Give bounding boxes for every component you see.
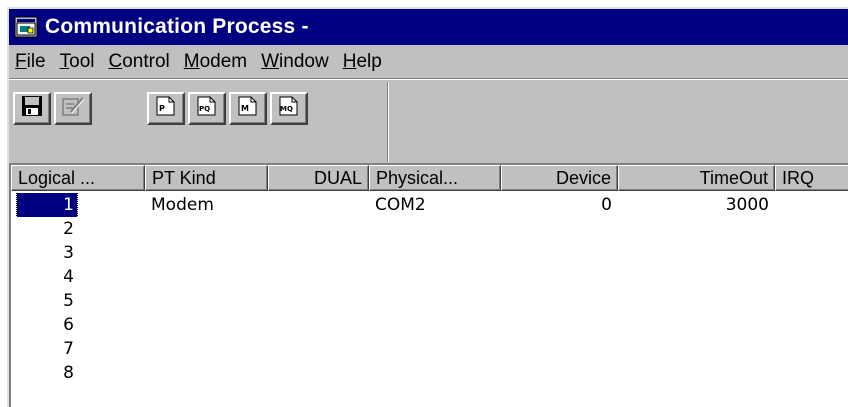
menu-bar: File Tool Control Modem Window Help [9, 47, 848, 77]
toolbar: P PQ M MQ [9, 78, 848, 164]
table-row[interactable]: 8 [11, 361, 848, 385]
svg-text:P: P [159, 104, 165, 113]
cell-logical: 1 [11, 193, 145, 217]
cell-logical: 4 [11, 265, 145, 289]
column-header-timeout[interactable]: TimeOut [618, 165, 775, 191]
logical-value: 7 [63, 339, 74, 359]
window-title: Communication Process - [45, 15, 309, 38]
menu-window[interactable]: Window [254, 51, 336, 73]
list-header: Logical ... PT Kind DUAL Physical... Dev… [11, 165, 848, 191]
cell-logical: 5 [11, 289, 145, 313]
page-mq-button[interactable]: MQ [270, 92, 308, 125]
svg-text:M: M [241, 104, 249, 113]
app-window-icon[interactable] [13, 15, 39, 39]
cell-logical: 6 [11, 313, 145, 337]
cell-logical: 3 [11, 241, 145, 265]
column-header-irq[interactable]: IRQ [775, 165, 848, 191]
cell-timeout: 3000 [725, 195, 769, 215]
edit-icon [61, 95, 85, 122]
menu-tool[interactable]: Tool [53, 51, 102, 73]
column-header-pt-kind[interactable]: PT Kind [145, 165, 268, 191]
cell-physical: COM2 [375, 195, 426, 215]
cell-logical: 8 [11, 361, 145, 385]
selected-logical-value: 1 [16, 193, 78, 217]
cell-dual [268, 193, 369, 217]
column-header-logical[interactable]: Logical ... [11, 165, 145, 191]
list-rows: 1 Modem COM2 0 3000 2 3 4 5 6 7 8 [11, 193, 848, 385]
table-row[interactable]: 2 [11, 217, 848, 241]
page-p-icon: P [154, 95, 178, 122]
menu-tool-mnemonic: T [59, 51, 70, 72]
menu-window-label: indow [279, 51, 329, 72]
page-m-button[interactable]: M [229, 92, 267, 125]
cell-pt-kind: Modem [151, 195, 214, 215]
menu-window-mnemonic: W [261, 51, 280, 72]
edit-button[interactable] [54, 92, 92, 125]
menu-file[interactable]: File [9, 51, 53, 73]
column-header-dual[interactable]: DUAL [268, 165, 369, 191]
logical-value: 8 [63, 363, 74, 383]
menu-modem-label: odem [199, 51, 248, 72]
logical-value: 4 [63, 267, 74, 287]
cell-logical: 7 [11, 337, 145, 361]
column-header-physical[interactable]: Physical... [369, 165, 501, 191]
menu-help-mnemonic: H [342, 51, 357, 72]
table-row[interactable]: 6 [11, 313, 848, 337]
menu-help[interactable]: Help [336, 51, 389, 73]
logical-value: 6 [63, 315, 74, 335]
table-row[interactable]: 1 Modem COM2 0 3000 [11, 193, 848, 217]
app-window: Communication Process - File Tool Contro… [7, 7, 848, 407]
menu-control[interactable]: Control [101, 51, 176, 73]
table-row[interactable]: 3 [11, 241, 848, 265]
toolbar-separator [387, 82, 389, 162]
cell-irq [775, 193, 835, 217]
page-mq-icon: MQ [277, 95, 301, 122]
toolbar-group-pages: P PQ M MQ [147, 92, 311, 125]
svg-text:MQ: MQ [280, 105, 293, 113]
menu-file-label: ile [26, 51, 46, 72]
table-row[interactable]: 7 [11, 337, 848, 361]
logical-value: 5 [63, 291, 74, 311]
menu-file-mnemonic: F [15, 51, 27, 72]
svg-text:PQ: PQ [199, 105, 210, 113]
menu-tool-label: ool [69, 51, 95, 72]
menu-modem[interactable]: Modem [177, 51, 254, 73]
menu-control-mnemonic: C [108, 51, 123, 72]
cell-device: 0 [601, 195, 612, 215]
table-row[interactable]: 5 [11, 289, 848, 313]
logical-value: 3 [63, 243, 74, 263]
page-p-button[interactable]: P [147, 92, 185, 125]
ports-list-view[interactable]: Logical ... PT Kind DUAL Physical... Dev… [9, 163, 848, 407]
page-m-icon: M [236, 95, 260, 122]
page-pq-button[interactable]: PQ [188, 92, 226, 125]
toolbar-group-file [13, 92, 95, 125]
save-icon [21, 95, 43, 122]
page-pq-icon: PQ [195, 95, 219, 122]
menu-control-label: ontrol [122, 51, 170, 72]
logical-value: 2 [63, 219, 74, 239]
save-button[interactable] [13, 92, 51, 125]
menu-modem-mnemonic: M [183, 51, 200, 72]
table-row[interactable]: 4 [11, 265, 848, 289]
menu-help-label: elp [356, 51, 382, 72]
column-header-device[interactable]: Device [501, 165, 618, 191]
cell-logical: 2 [11, 217, 145, 241]
title-bar[interactable]: Communication Process - [9, 9, 848, 45]
